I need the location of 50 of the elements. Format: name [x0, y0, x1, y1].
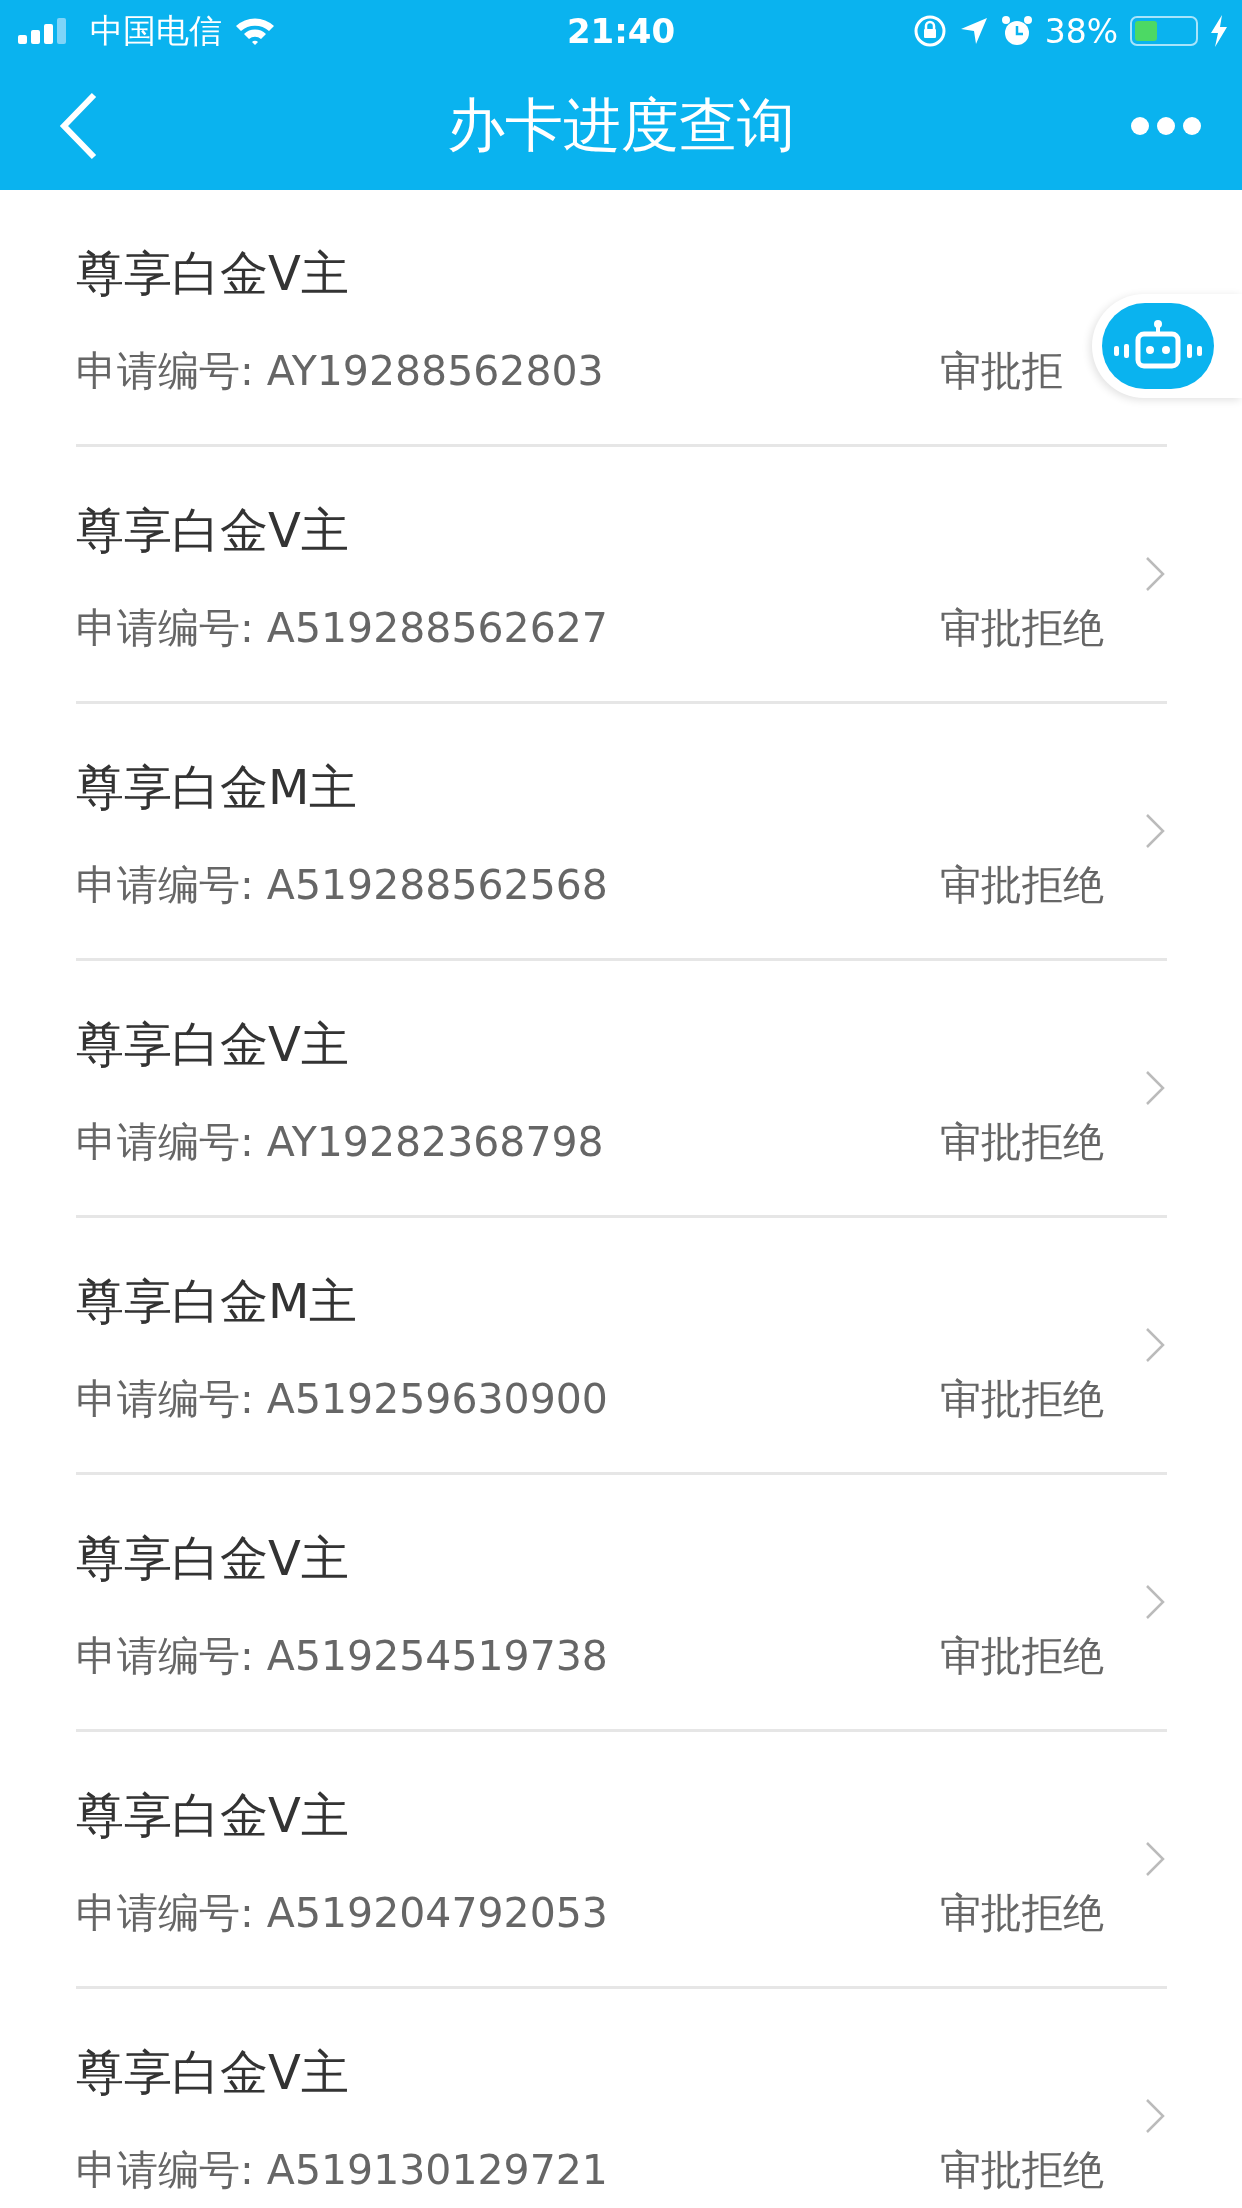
application-number: 申请编号: A519288562568 — [76, 859, 608, 911]
approval-status: 审批拒绝 — [940, 1630, 1105, 1682]
card-name: 尊享白金V主 — [76, 1528, 350, 1588]
application-number: 申请编号: AY19288562803 — [76, 345, 604, 397]
clock-time: 21:40 — [566, 11, 676, 51]
approval-status: 审批拒 — [940, 345, 1064, 397]
application-number: 申请编号: A519259630900 — [76, 1373, 608, 1425]
application-item[interactable]: 尊享白金V主 申请编号: A519130129721 审批拒绝 — [76, 1989, 1167, 2208]
card-name: 尊享白金V主 — [76, 2042, 350, 2102]
application-number: 申请编号: A519204792053 — [76, 1887, 608, 1939]
approval-status: 审批拒绝 — [940, 1887, 1105, 1939]
alarm-icon — [1000, 15, 1033, 47]
robot-assistant-button[interactable] — [1102, 303, 1214, 389]
card-name: 尊享白金V主 — [76, 1785, 350, 1845]
application-item[interactable]: 尊享白金V主 申请编号: A519204792053 审批拒绝 — [76, 1732, 1167, 1989]
application-item[interactable]: 尊享白金M主 申请编号: A519288562568 审批拒绝 — [76, 704, 1167, 961]
approval-status: 审批拒绝 — [940, 1373, 1105, 1425]
application-item[interactable]: 尊享白金M主 申请编号: A519259630900 审批拒绝 — [76, 1218, 1167, 1475]
approval-status: 审批拒绝 — [940, 859, 1105, 911]
application-item[interactable]: 尊享白金V主 申请编号: A519254519738 审批拒绝 — [76, 1475, 1167, 1732]
application-number: 申请编号: A519288562627 — [76, 602, 608, 654]
application-number: 申请编号: A519254519738 — [76, 1630, 608, 1682]
chevron-icon — [1145, 556, 1165, 592]
chevron-icon — [1145, 2098, 1165, 2134]
wifi-icon — [234, 16, 276, 46]
card-name: 尊享白金V主 — [76, 243, 350, 303]
card-name: 尊享白金V主 — [76, 1014, 350, 1074]
carrier-name: 中国电信 — [90, 9, 222, 52]
chevron-icon — [1145, 1327, 1165, 1363]
approval-status: 审批拒绝 — [940, 1116, 1105, 1168]
assistant-tab[interactable] — [1092, 294, 1242, 398]
back-button[interactable] — [58, 91, 98, 161]
application-number: 申请编号: A519130129721 — [76, 2144, 608, 2196]
approval-status: 审批拒绝 — [940, 2144, 1105, 2196]
more-button[interactable] — [1130, 116, 1202, 136]
chevron-icon — [1145, 1584, 1165, 1620]
chevron-icon — [1145, 1070, 1165, 1106]
battery-percentage: 38% — [1044, 11, 1118, 51]
battery-icon — [1130, 16, 1198, 46]
card-name: 尊享白金M主 — [76, 757, 359, 817]
chevron-icon — [1145, 813, 1165, 849]
application-item[interactable]: 尊享白金V主 申请编号: A519288562627 审批拒绝 — [76, 447, 1167, 704]
card-name: 尊享白金M主 — [76, 1271, 359, 1331]
approval-status: 审批拒绝 — [940, 602, 1105, 654]
page-title: 办卡进度查询 — [447, 90, 795, 161]
rotation-lock-icon — [912, 14, 947, 48]
application-item[interactable]: 尊享白金V主 申请编号: AY19282368798 审批拒绝 — [76, 961, 1167, 1218]
card-name: 尊享白金V主 — [76, 500, 350, 560]
chevron-icon — [1145, 1841, 1165, 1877]
application-number: 申请编号: AY19282368798 — [76, 1116, 604, 1168]
